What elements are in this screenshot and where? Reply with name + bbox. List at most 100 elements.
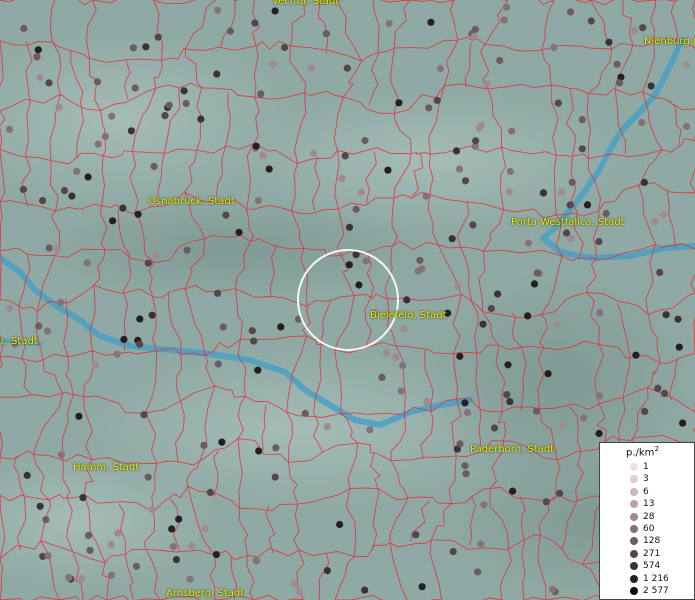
- legend-item: 13: [600, 498, 695, 510]
- legend-label: 128: [643, 536, 661, 547]
- density-dot: [108, 112, 116, 120]
- density-dot: [84, 173, 92, 181]
- density-dot: [616, 79, 624, 87]
- city-label-osnabrueck[interactable]: Osnabrück, Stadt: [148, 196, 235, 208]
- legend-label: 60: [643, 524, 655, 534]
- density-dot: [504, 361, 512, 369]
- density-dot: [654, 384, 662, 392]
- city-label-vechta[interactable]: Vechta, Stadt: [272, 0, 339, 8]
- density-dot: [271, 7, 279, 15]
- city-label-porta-westfalica[interactable]: Porta Westfalica, Stadt: [511, 217, 625, 229]
- density-dot: [345, 223, 354, 231]
- legend-label: 1: [643, 462, 649, 472]
- density-dot: [269, 60, 277, 68]
- density-dot: [503, 391, 511, 399]
- density-dot: [165, 101, 173, 109]
- legend-item: 128: [600, 535, 695, 547]
- legend-title: p./km2: [626, 445, 659, 458]
- density-dot: [452, 147, 461, 155]
- density-dot: [120, 335, 128, 343]
- density-dot: [235, 228, 243, 236]
- density-dot: [683, 122, 691, 130]
- density-dot: [5, 125, 13, 133]
- legend-swatch: [630, 587, 638, 595]
- density-dot: [222, 211, 230, 219]
- density-dot: [605, 38, 613, 46]
- density-dot: [550, 43, 558, 52]
- density-dot: [366, 426, 374, 434]
- legend-swatch: [630, 512, 638, 521]
- legend-item: 60: [600, 523, 695, 535]
- density-dot: [108, 571, 116, 579]
- density-dot: [456, 352, 464, 360]
- density-dot: [483, 80, 491, 88]
- density-dot: [378, 373, 386, 381]
- legend-item: 2 577: [600, 585, 695, 597]
- density-dot: [109, 217, 117, 225]
- density-dot: [255, 447, 263, 455]
- density-dot: [55, 103, 63, 111]
- density-dot: [553, 320, 561, 329]
- density-dot: [679, 419, 687, 427]
- density-dot: [461, 399, 469, 407]
- city-label-nienburg[interactable]: Nienburg (Weser): [644, 36, 695, 48]
- density-dot: [578, 116, 586, 124]
- density-dot: [131, 84, 139, 92]
- density-dot: [423, 398, 431, 406]
- density-dot: [508, 127, 516, 135]
- density-dot: [218, 438, 226, 446]
- legend-label: 3: [643, 474, 649, 485]
- density-dot: [33, 53, 41, 61]
- density-dot: [43, 327, 52, 335]
- density-dot: [307, 64, 315, 72]
- density-dot: [524, 312, 532, 320]
- density-dot: [36, 502, 44, 510]
- city-label-arnsberg[interactable]: Arnsberg, Stadt: [166, 588, 244, 600]
- density-dot: [254, 366, 262, 374]
- density-dot: [395, 99, 403, 107]
- legend-label: 28: [643, 511, 655, 522]
- density-dot: [471, 25, 479, 33]
- density-dot: [506, 188, 514, 196]
- density-dot: [180, 87, 188, 95]
- density-dot: [53, 245, 62, 253]
- density-dot: [595, 392, 603, 400]
- density-dot: [352, 205, 360, 213]
- density-dot: [169, 542, 177, 551]
- density-dot: [567, 235, 575, 243]
- density-dot: [134, 210, 142, 218]
- density-dot: [436, 65, 445, 73]
- density-dot: [136, 315, 144, 323]
- density-dot: [662, 311, 670, 319]
- density-dot: [34, 46, 42, 54]
- density-dot: [494, 290, 502, 298]
- density-dot: [343, 64, 351, 72]
- density-dot: [345, 261, 353, 269]
- density-dot: [476, 124, 484, 132]
- city-label-hamm[interactable]: Hamm, Stadt: [73, 462, 139, 474]
- map-view[interactable]: Vechta, Stadt Nienburg (Weser) Osnabrück…: [0, 0, 695, 600]
- density-dot: [140, 411, 148, 419]
- density-dot: [502, 3, 511, 11]
- density-dot: [323, 422, 331, 431]
- density-dot: [271, 473, 279, 481]
- density-dot: [470, 32, 478, 40]
- density-dot: [214, 360, 222, 368]
- density-dot: [44, 552, 52, 560]
- legend-label: 6: [643, 486, 649, 497]
- legend-label: 271: [643, 548, 661, 559]
- legend-item: 574: [600, 560, 695, 572]
- density-dot: [148, 311, 156, 319]
- density-dot: [382, 349, 390, 357]
- city-label-bielefeld[interactable]: Bielefeld, Stadt: [370, 310, 447, 322]
- density-dot: [68, 192, 76, 200]
- density-dot: [449, 548, 457, 556]
- density-dot: [119, 204, 127, 212]
- density-dot: [416, 256, 424, 264]
- density-dot: [384, 166, 392, 174]
- density-dot: [186, 575, 194, 583]
- city-label-paderborn[interactable]: Paderborn, Stadt: [470, 444, 554, 456]
- density-dot: [101, 132, 109, 140]
- city-label-muenster[interactable]: Münster, Stadt: [0, 336, 38, 348]
- density-dot: [566, 8, 575, 16]
